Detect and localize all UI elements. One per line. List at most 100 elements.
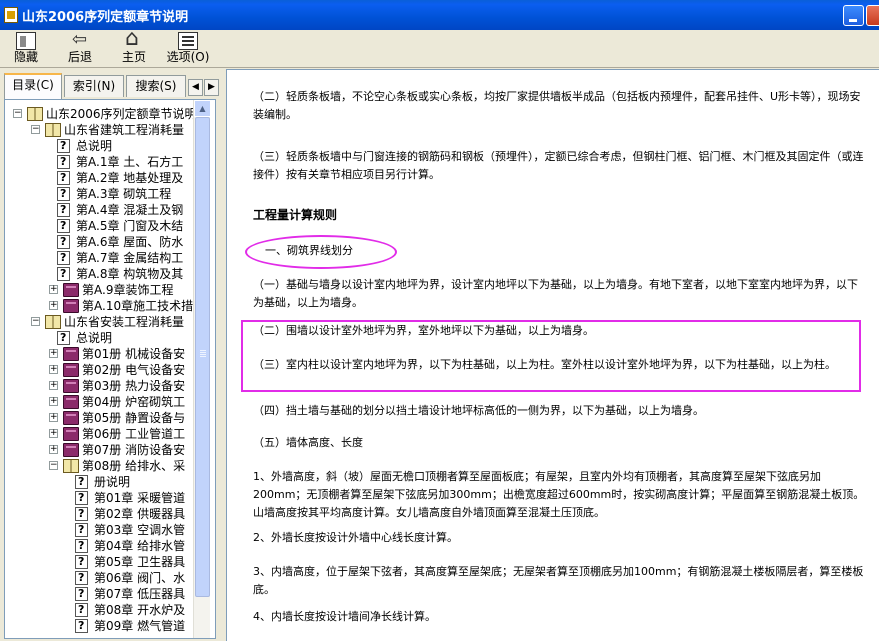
topic-content: （二）轻质条板墙，不论空心条板或实心条板，均按厂家提供墙板半成品（包括板内预埋件…	[226, 69, 879, 641]
hide-pane-icon	[16, 32, 36, 50]
tab-search[interactable]: 搜索(S)	[126, 75, 186, 97]
tree-item[interactable]: 第03章 空调水管	[5, 522, 193, 538]
tree-vertical-scrollbar[interactable]: ▲	[193, 100, 211, 638]
tree-item-label: 第05章 卫生器具	[94, 555, 186, 569]
minimize-button[interactable]	[843, 5, 864, 26]
hide-button[interactable]: 隐藏	[2, 32, 50, 66]
expand-icon[interactable]: +	[49, 397, 58, 406]
tree-item-label: 第A.2章 地基处理及	[76, 171, 184, 185]
closed-book-icon	[63, 363, 79, 377]
tree-item-label: 第09章 燃气管道	[94, 619, 186, 633]
tab-index[interactable]: 索引(N)	[64, 75, 124, 97]
tab-scroll-right-icon[interactable]: ▶	[204, 79, 219, 96]
expand-icon[interactable]: +	[49, 381, 58, 390]
navigation-tabs: 目录(C) 索引(N) 搜索(S) ◀ ▶	[4, 73, 219, 99]
paragraph: 4、内墙长度按设计墙间净长线计算。	[253, 610, 436, 623]
paragraph: （三）室内柱以设计室内地坪为界，以下为柱基础，以上为柱。室外柱以设计室外地坪为界…	[253, 358, 836, 371]
back-button[interactable]: 后退	[56, 29, 104, 66]
help-page-icon	[75, 554, 88, 570]
collapse-icon[interactable]: −	[31, 317, 40, 326]
tree-item[interactable]: 册说明	[5, 474, 193, 490]
expand-icon[interactable]: +	[49, 365, 58, 374]
tree-item[interactable]: − 山东省建筑工程消耗量	[5, 122, 193, 138]
tab-contents[interactable]: 目录(C)	[4, 73, 62, 99]
options-icon	[178, 32, 198, 50]
collapse-icon[interactable]: −	[49, 461, 58, 470]
tree-item[interactable]: + 第A.9章装饰工程	[5, 282, 193, 298]
tree-item[interactable]: 第05章 卫生器具	[5, 554, 193, 570]
scroll-up-icon[interactable]: ▲	[194, 100, 211, 117]
home-icon	[124, 26, 144, 51]
tree-item[interactable]: − 山东2006序列定额章节说明	[5, 106, 193, 122]
tree-item[interactable]: 第A.5章 门窗及木结	[5, 218, 193, 234]
tree-item[interactable]: + 第06册 工业管道工	[5, 426, 193, 442]
tree-item[interactable]: 第A.7章 金属结构工	[5, 250, 193, 266]
tab-scroll-left-icon[interactable]: ◀	[188, 79, 203, 96]
paragraph: （二）轻质条板墙，不论空心条板或实心条板，均按厂家提供墙板半成品（包括板内预埋件…	[253, 90, 861, 121]
tree-item-label: 总说明	[76, 331, 113, 345]
options-button-label: 选项(O)	[166, 50, 210, 64]
tree-item[interactable]: + 第02册 电气设备安	[5, 362, 193, 378]
expand-icon[interactable]: +	[49, 445, 58, 454]
tree-item-label: 第A.4章 混凝土及钢	[76, 203, 184, 217]
expand-icon[interactable]: +	[49, 429, 58, 438]
contents-tree-box: −山东2006序列定额章节说明−山东省建筑工程消耗量总说明第A.1章 土、石方工…	[4, 99, 216, 639]
tree-item[interactable]: 第A.6章 屋面、防水	[5, 234, 193, 250]
toolbar: 隐藏 后退 主页 选项(O)	[0, 26, 879, 68]
tree-item-label: 第A.10章施工技术措	[82, 299, 193, 313]
home-button[interactable]: 主页	[110, 26, 158, 66]
tree-item[interactable]: + 第04册 炉窑砌筑工	[5, 394, 193, 410]
tree-item[interactable]: 第A.1章 土、石方工	[5, 154, 193, 170]
tree-item-label: 第04章 给排水管	[94, 539, 186, 553]
tree-item[interactable]: 第09章 燃气管道	[5, 618, 193, 634]
tree-item-label: 第A.7章 金属结构工	[76, 251, 184, 265]
closed-book-icon	[63, 395, 79, 409]
tree-item[interactable]: + 第01册 机械设备安	[5, 346, 193, 362]
open-book-icon	[63, 459, 79, 473]
tree-item-label: 山东2006序列定额章节说明	[46, 107, 193, 121]
expand-icon[interactable]: +	[49, 285, 58, 294]
tree-item[interactable]: + 第03册 热力设备安	[5, 378, 193, 394]
help-page-icon	[75, 538, 88, 554]
open-book-icon	[45, 315, 61, 329]
tree-item[interactable]: 第07章 低压器具	[5, 586, 193, 602]
tree-item[interactable]: − 山东省安装工程消耗量	[5, 314, 193, 330]
tree-item[interactable]: + 第07册 消防设备安	[5, 442, 193, 458]
tree-item[interactable]: 总说明	[5, 138, 193, 154]
open-book-icon	[45, 123, 61, 137]
tree-item[interactable]: + 第05册 静置设备与	[5, 410, 193, 426]
tree-item[interactable]: 第06章 阀门、水	[5, 570, 193, 586]
tree-item-label: 第06册 工业管道工	[82, 427, 186, 441]
collapse-icon[interactable]: −	[13, 109, 22, 118]
closed-book-icon	[63, 299, 79, 313]
tree-item[interactable]: − 第08册 给排水、采	[5, 458, 193, 474]
close-button[interactable]	[866, 5, 879, 26]
expand-icon[interactable]: +	[49, 349, 58, 358]
tree-item[interactable]: 第A.3章 砌筑工程	[5, 186, 193, 202]
tree-item-label: 第02章 供暖器具	[94, 507, 186, 521]
tree-item[interactable]: 第02章 供暖器具	[5, 506, 193, 522]
tree-item[interactable]: 第A.8章 构筑物及其	[5, 266, 193, 282]
help-page-icon	[75, 490, 88, 506]
tree-item[interactable]: 总说明	[5, 330, 193, 346]
tree-item[interactable]: 第01章 采暖管道	[5, 490, 193, 506]
tree-item-label: 第A.5章 门窗及木结	[76, 219, 184, 233]
collapse-icon[interactable]: −	[31, 125, 40, 134]
options-button[interactable]: 选项(O)	[164, 32, 212, 66]
tree-item[interactable]: 第A.2章 地基处理及	[5, 170, 193, 186]
tree-item[interactable]: + 第A.10章施工技术措	[5, 298, 193, 314]
tree-item[interactable]: 第04章 给排水管	[5, 538, 193, 554]
back-button-label: 后退	[67, 50, 92, 64]
tree-item-label: 山东省安装工程消耗量	[64, 315, 185, 329]
help-page-icon	[57, 330, 70, 346]
tree-item[interactable]: 第A.4章 混凝土及钢	[5, 202, 193, 218]
help-page-icon	[57, 266, 70, 282]
tree-item-label: 第03章 空调水管	[94, 523, 186, 537]
tree-item-label: 第05册 静置设备与	[82, 411, 186, 425]
scrollbar-thumb[interactable]	[195, 117, 210, 597]
tree-item-label: 第06章 阀门、水	[94, 571, 186, 585]
help-page-icon	[57, 234, 70, 250]
expand-icon[interactable]: +	[49, 413, 58, 422]
tree-item[interactable]: 第08章 开水炉及	[5, 602, 193, 618]
expand-icon[interactable]: +	[49, 301, 58, 310]
